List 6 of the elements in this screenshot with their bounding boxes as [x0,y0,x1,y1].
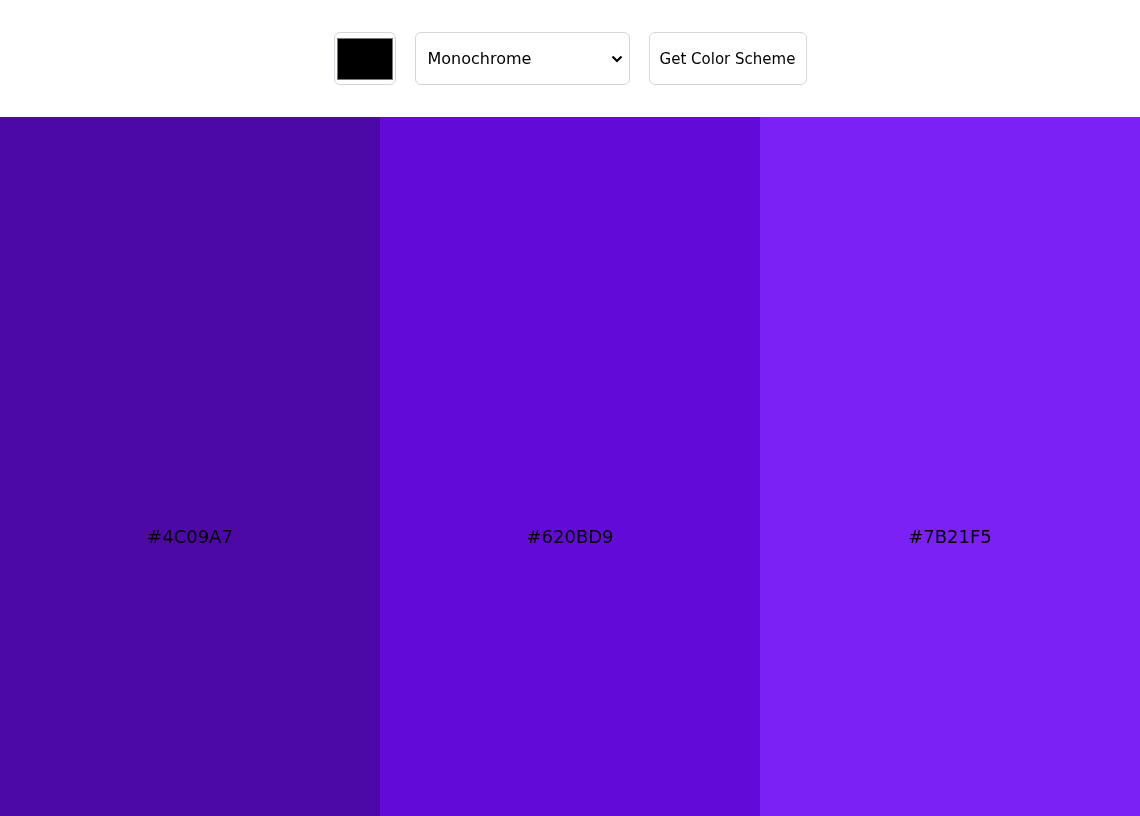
hex-code: #4C09A7 [147,525,233,547]
chevron-down-icon [610,54,623,63]
get-scheme-button[interactable]: Get Color Scheme [648,32,807,85]
hex-code: #7B21F5 [908,525,992,547]
scheme-dropdown[interactable]: Monochrome [414,32,630,85]
hex-code: #620BD9 [526,525,614,547]
